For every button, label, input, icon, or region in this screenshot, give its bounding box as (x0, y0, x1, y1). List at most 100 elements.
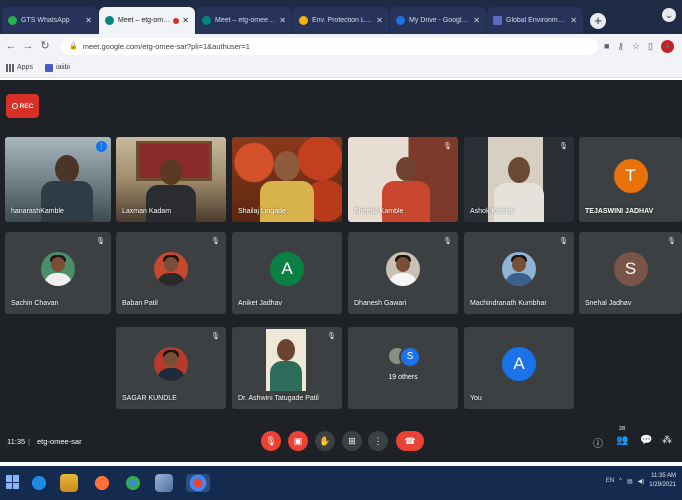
firefox-icon[interactable] (93, 474, 111, 492)
browser-tab-whatsapp[interactable]: GTS WhatsApp ✕ (2, 7, 98, 34)
start-menu-icon[interactable] (6, 475, 20, 489)
participant-name: Snehal Jadhav (585, 300, 632, 307)
language-indicator[interactable]: EN (606, 478, 614, 484)
tab-title: Env. Protection Law - (312, 17, 374, 24)
meeting-separator: | (28, 437, 30, 446)
meeting-info-icon[interactable]: ⓘ (593, 435, 603, 450)
self-tile[interactable]: A You (464, 327, 574, 409)
browser-tab-drive[interactable]: My Drive - Google Dr ✕ (390, 7, 486, 34)
participant-photo-avatar (41, 252, 75, 286)
chat-icon[interactable]: 💬 (640, 435, 652, 446)
document-favicon-icon (299, 16, 308, 25)
participant-tile[interactable]: ⋮ hanarashKamble (5, 137, 111, 222)
mic-off-icon: 🎙 (327, 333, 336, 340)
recording-badge: REC (6, 94, 39, 118)
participant-tile[interactable]: 🎙 Machindranath Kumbhar (464, 232, 574, 314)
bookmark-star-icon[interactable]: ☆ (632, 41, 640, 52)
address-bar[interactable]: 🔒 meet.google.com/etg-omee-sar?pli=1&aut… (61, 37, 598, 55)
participant-name: Ashok Kolekar (470, 208, 516, 215)
chrome-icon[interactable] (124, 474, 142, 492)
participant-name: SAGAR KUNDLE (122, 395, 177, 402)
more-options-button[interactable]: ⋮ (368, 431, 388, 451)
network-icon[interactable]: ▤ (627, 478, 633, 485)
meet-favicon-icon (105, 16, 114, 25)
others-count-label: 19 others (388, 374, 418, 381)
participant-tile[interactable]: A Aniket Jadhav (232, 232, 342, 314)
people-icon[interactable]: 👥 (616, 435, 628, 446)
os-taskbar: EN ^ ▤ ◀) 11:35 AM 1/29/2021 (0, 466, 682, 500)
participant-tile[interactable]: 🎙 Baban Patil (116, 232, 226, 314)
browser-tab-meet-active[interactable]: Meet – etg-omee ✕ (99, 7, 195, 34)
key-icon[interactable]: ⚷ (617, 41, 624, 52)
tab-title: My Drive - Google Dr (409, 17, 471, 24)
volume-icon[interactable]: ◀) (638, 478, 645, 485)
file-explorer-icon[interactable] (60, 474, 78, 492)
edge-browser-icon[interactable] (30, 474, 48, 492)
browser-toolbar: ← → ↻ 🔒 meet.google.com/etg-omee-sar?pli… (0, 34, 682, 58)
chrome-active-icon[interactable] (186, 474, 210, 492)
participant-tile[interactable]: 🎙 Dr. Ashwini Tatugade Patil (232, 327, 342, 409)
meet-control-bar: 11:35 | etg-omee-sar 🎙 ▣ ✋ ⊞ ⋮ ☎ ⓘ 28 👥 … (0, 422, 682, 462)
browser-tab-strip: GTS WhatsApp ✕ Meet – etg-omee ✕ Meet – … (0, 0, 682, 34)
self-initial-avatar: A (502, 347, 536, 381)
mic-off-icon: 🎙 (211, 333, 220, 340)
browser-tab-env-law[interactable]: Env. Protection Law - ✕ (293, 7, 389, 34)
mic-off-icon: 🎙 (559, 238, 568, 245)
taskbar-clock[interactable]: 11:35 AM 1/29/2021 (649, 472, 676, 490)
participant-photo-avatar (386, 252, 420, 286)
browser-tab-global-env[interactable]: Global Environmental ✕ (487, 7, 583, 34)
system-tray: EN ^ ▤ ◀) 11:35 AM 1/29/2021 (606, 472, 676, 490)
participant-name: Aniket Jadhav (238, 300, 282, 307)
participant-initial-avatar: S (613, 252, 648, 286)
profile-avatar[interactable]: ● (661, 39, 674, 53)
present-screen-button[interactable]: ⊞ (342, 431, 362, 451)
app-icon[interactable] (155, 474, 173, 492)
participant-tile[interactable]: 🎙 Dhanesh Gawari (348, 232, 458, 314)
participant-tile[interactable]: Shailaj Lingade (232, 137, 342, 222)
participant-tile[interactable]: Laxman Kadam (116, 137, 226, 222)
activities-icon[interactable]: ⁂ (662, 435, 672, 446)
bookmark-iaiibi[interactable]: iaiibi (44, 63, 70, 72)
close-tab-icon[interactable]: ✕ (182, 16, 189, 25)
new-tab-button[interactable]: + (590, 13, 606, 29)
raise-hand-button[interactable]: ✋ (315, 431, 335, 451)
mic-toggle-button[interactable]: 🎙 (261, 431, 281, 451)
participant-name: Shailaj Lingade (238, 208, 286, 215)
participant-tile[interactable]: 🎙 SAGAR KUNDLE (116, 327, 226, 409)
toolbar-icons: ■ ⚷ ☆ ▯ ● (604, 39, 678, 53)
tab-search-chevron-icon[interactable]: ⌄ (662, 8, 676, 22)
camera-toggle-button[interactable]: ▣ (288, 431, 308, 451)
participant-photo-avatar (154, 347, 188, 381)
close-tab-icon[interactable]: ✕ (85, 16, 92, 25)
forward-arrow-icon[interactable]: → (21, 39, 35, 53)
participant-name: TEJASWINI JADHAV (585, 208, 654, 215)
participant-tile[interactable]: T TEJASWINI JADHAV (579, 137, 682, 222)
self-name: You (470, 395, 482, 402)
camera-in-use-icon[interactable]: ■ (604, 41, 609, 51)
reload-icon[interactable]: ↻ (38, 39, 52, 53)
site-favicon-icon (493, 16, 502, 25)
apps-grid-icon (6, 63, 14, 72)
participant-initial-avatar: T (613, 158, 648, 193)
bookmark-apps[interactable]: Apps (6, 63, 33, 72)
tray-chevron-icon[interactable]: ^ (619, 478, 622, 484)
close-tab-icon[interactable]: ✕ (570, 16, 577, 25)
close-tab-icon[interactable]: ✕ (279, 16, 286, 25)
participant-tile[interactable]: S 🎙 Snehal Jadhav (579, 232, 682, 314)
tab-title: Meet – etg-omee (118, 17, 171, 24)
close-tab-icon[interactable]: ✕ (376, 16, 383, 25)
leave-call-button[interactable]: ☎ (396, 431, 424, 451)
lock-icon: 🔒 (69, 43, 78, 50)
others-tile[interactable]: S 19 others (348, 327, 458, 409)
tab-title: Meet – etg-omee-sar (215, 17, 277, 24)
participant-name: Dr. Ashwini Tatugade Patil (238, 395, 319, 402)
participant-tile[interactable]: 🎙 Ashok Kolekar (464, 137, 574, 222)
bookmarks-bar: Apps iaiibi (0, 58, 682, 78)
participant-tile[interactable]: 🎙 Sachin Chavan (5, 232, 111, 314)
back-arrow-icon[interactable]: ← (4, 39, 18, 53)
close-tab-icon[interactable]: ✕ (473, 16, 480, 25)
taskbar-time: 11:35 AM (651, 473, 676, 479)
participant-tile[interactable]: 🎙 Sheetal Kamble (348, 137, 458, 222)
browser-tab-meet[interactable]: Meet – etg-omee-sar ✕ (196, 7, 292, 34)
extension-icon[interactable]: ▯ (648, 41, 653, 52)
